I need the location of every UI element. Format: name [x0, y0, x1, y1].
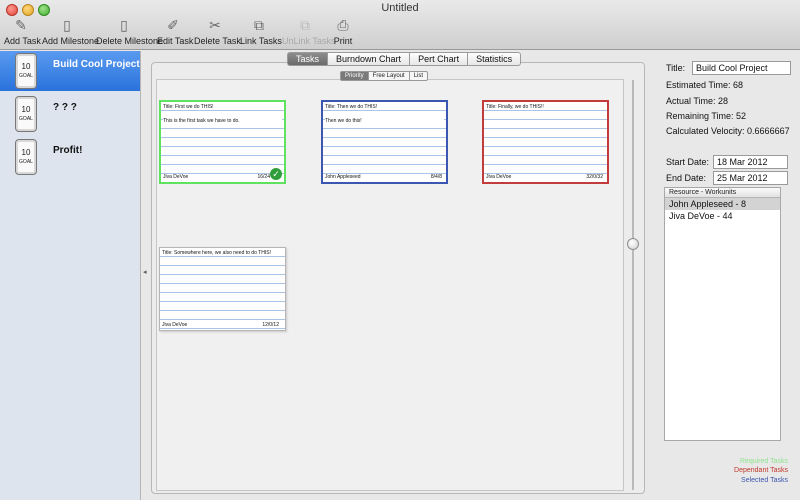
end-date-label: End Date:: [666, 173, 707, 183]
card-workunits: 8/4/8: [430, 174, 442, 180]
print-button[interactable]: ⎙ Print: [332, 16, 354, 48]
add-task-icon: ✎: [15, 17, 27, 33]
task-card-canvas[interactable]: Title: First we do THIS! This is the fir…: [156, 79, 624, 491]
card-description: This is the first task we have to do.: [163, 118, 282, 124]
card-workunits: 12/0/12: [262, 322, 279, 328]
resource-table[interactable]: Resource - Workunits John Appleseed - 8 …: [664, 187, 781, 441]
print-icon: ⎙: [337, 17, 349, 33]
card-owner: Jiva DeVoe: [486, 174, 512, 180]
card-title: Title: First we do THIS!: [163, 104, 282, 110]
legend-dependant-tasks: Dependant Tasks: [734, 467, 788, 474]
link-tasks-icon: ⧉: [254, 17, 264, 33]
end-date-field[interactable]: 25 Mar 2012: [713, 171, 788, 185]
actual-time: Actual Time: 28: [666, 96, 729, 106]
tab-priority[interactable]: Priority: [340, 71, 369, 81]
task-card[interactable]: Title: Finally, we do THIS!! Jiva DeVoe …: [482, 100, 609, 184]
milestone-item[interactable]: 10 GOAL Build Cool Project: [0, 51, 140, 91]
tab-free-layout[interactable]: Free Layout: [368, 71, 410, 81]
zoom-slider-knob[interactable]: [627, 238, 639, 250]
unlink-tasks-button[interactable]: ⧉ UnLink Tasks: [282, 16, 335, 48]
goal-icon: 10 GOAL: [15, 96, 37, 132]
legend-required-tasks: Required Tasks: [739, 458, 788, 465]
goal-icon: 10 GOAL: [15, 139, 37, 175]
tab-burndown-chart[interactable]: Burndown Chart: [328, 52, 411, 66]
layout-tabs: Priority Free Layout List: [340, 71, 429, 81]
card-workunits: 16/24: [257, 174, 270, 180]
window-title: Untitled: [381, 2, 419, 14]
link-tasks-button[interactable]: ⧉ Link Tasks: [240, 16, 282, 48]
task-card[interactable]: Title: Somewhere here, we also need to d…: [159, 247, 286, 331]
tab-pert-chart[interactable]: Pert Chart: [410, 52, 469, 66]
tab-statistics[interactable]: Statistics: [468, 52, 522, 66]
checkmark-icon: ✓: [270, 168, 282, 180]
resource-table-header[interactable]: Resource - Workunits: [665, 188, 780, 198]
milestone-label: ? ? ?: [53, 102, 77, 113]
task-card[interactable]: Title: First we do THIS! This is the fir…: [159, 100, 286, 184]
zoom-slider-track[interactable]: [632, 80, 634, 490]
start-date-label: Start Date:: [666, 157, 710, 167]
add-milestone-button[interactable]: ▯ Add Milestone: [42, 16, 99, 48]
add-task-button[interactable]: ✎ Add Task: [4, 16, 41, 48]
card-title: Title: Finally, we do THIS!!: [486, 104, 605, 110]
card-owner: Jiva DeVoe: [163, 174, 189, 180]
add-milestone-icon: ▯: [63, 17, 71, 33]
card-description: Then we do this!: [325, 118, 444, 124]
calculated-velocity: Calculated Velocity: 0.6666667: [666, 126, 790, 136]
goal-icon: 10 GOAL: [15, 53, 37, 89]
milestone-label: Build Cool Project: [53, 59, 140, 70]
title-label: Title:: [666, 63, 686, 73]
card-title: Title: Then we do THIS!: [325, 104, 444, 110]
view-tabs: Tasks Burndown Chart Pert Chart Statisti…: [287, 52, 522, 66]
edit-task-button[interactable]: ✐ Edit Task: [157, 16, 193, 48]
tab-list[interactable]: List: [409, 71, 429, 81]
milestone-label: Profit!: [53, 145, 83, 156]
delete-task-icon: ✂: [209, 17, 221, 33]
unlink-tasks-icon: ⧉: [300, 17, 310, 33]
resource-row[interactable]: Jiva DeVoe - 44: [665, 210, 780, 222]
card-owner: John Appleseed: [325, 174, 361, 180]
resource-row[interactable]: John Appleseed - 8: [665, 198, 780, 210]
delete-milestone-icon: ▯: [120, 17, 128, 33]
tab-tasks[interactable]: Tasks: [287, 52, 329, 66]
card-workunits: 32/0/32: [586, 174, 603, 180]
edit-task-icon: ✐: [167, 17, 179, 33]
card-title: Title: Somewhere here, we also need to d…: [162, 250, 283, 256]
remaining-time: Remaining Time: 52: [666, 111, 747, 121]
estimated-time: Estimated Time: 68: [666, 80, 744, 90]
milestone-sidebar: 10 GOAL Build Cool Project 10 GOAL ? ? ?…: [0, 51, 141, 500]
splitter-handle-icon[interactable]: ◂: [143, 268, 147, 276]
task-card[interactable]: Title: Then we do THIS! Then we do this!…: [321, 100, 448, 184]
milestone-item[interactable]: 10 GOAL Profit!: [0, 137, 140, 177]
delete-milestone-button[interactable]: ▯ Delete Milestone: [96, 16, 163, 48]
milestone-item[interactable]: 10 GOAL ? ? ?: [0, 94, 140, 134]
card-owner: Jiva DeVoe: [162, 322, 188, 328]
window-toolbar: Untitled ✎ Add Task ▯ Add Milestone ▯ De…: [0, 0, 800, 50]
legend-selected-tasks: Selected Tasks: [741, 477, 788, 484]
delete-task-button[interactable]: ✂ Delete Task: [194, 16, 241, 48]
start-date-field[interactable]: 18 Mar 2012: [713, 155, 788, 169]
title-field[interactable]: Build Cool Project: [692, 61, 791, 75]
